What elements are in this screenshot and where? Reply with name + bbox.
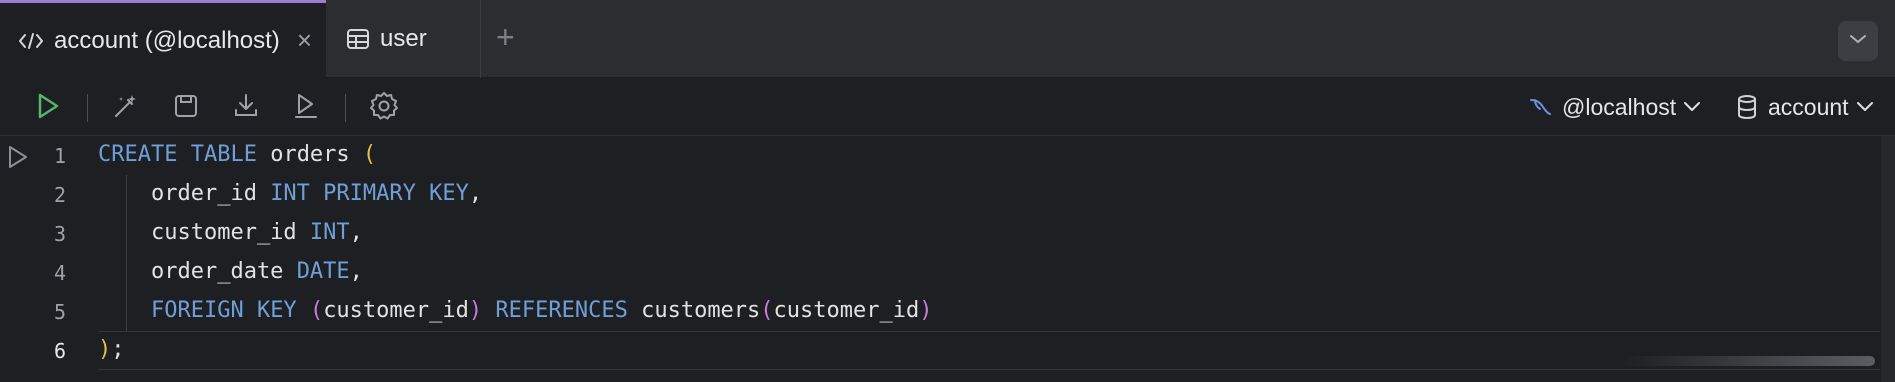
tab-list-menu-button[interactable] xyxy=(1838,21,1878,61)
magic-wand-icon xyxy=(112,92,140,125)
code-token: customers xyxy=(627,298,761,323)
table-icon xyxy=(346,28,370,50)
horizontal-scrollbar[interactable] xyxy=(1620,356,1875,366)
tab-account-localhost[interactable]: account (@localhost) × xyxy=(0,0,326,78)
tab-label: account (@localhost) xyxy=(54,26,280,54)
bracket: ( xyxy=(760,298,774,323)
line-number: 4 xyxy=(53,261,66,285)
sql-keyword: REFERENCES xyxy=(495,298,628,323)
bracket: ) xyxy=(919,298,933,323)
code-line: 6 ); xyxy=(0,331,1880,370)
run-statement-icon[interactable] xyxy=(6,144,30,175)
sql-keyword: DATE xyxy=(296,259,350,284)
bracket: ) xyxy=(98,337,112,362)
sql-keyword: CREATE TABLE xyxy=(98,142,257,167)
play-line-icon xyxy=(292,92,320,125)
chevron-down-icon xyxy=(1855,101,1875,113)
code-token: customer_id xyxy=(323,298,469,323)
line-number: 1 xyxy=(53,144,66,168)
code-token: order_id xyxy=(98,181,271,206)
run-selection-button[interactable] xyxy=(290,92,322,124)
code-token: , xyxy=(468,181,483,206)
tab-label: user xyxy=(380,25,427,52)
download-icon xyxy=(232,92,260,125)
code-token: ; xyxy=(111,337,125,362)
database-icon xyxy=(1736,94,1758,120)
gear-icon xyxy=(369,91,399,126)
sql-editor[interactable]: 1 CREATE TABLE orders ( 2 order_id INT P… xyxy=(0,136,1895,382)
code-token: , xyxy=(349,259,363,284)
run-button[interactable] xyxy=(32,92,64,124)
code-text: order_id INT PRIMARY KEY, xyxy=(98,181,482,206)
line-number: 6 xyxy=(53,339,66,363)
connection-selector[interactable]: @localhost xyxy=(1528,78,1702,136)
save-button[interactable] xyxy=(170,92,202,124)
download-button[interactable] xyxy=(230,92,262,124)
new-tab-button[interactable]: + xyxy=(496,20,515,54)
code-line: 3 customer_id INT, xyxy=(0,214,1880,253)
code-token: order_date xyxy=(98,259,297,284)
code-line: 4 order_date DATE, xyxy=(0,253,1880,292)
save-icon xyxy=(173,93,199,124)
chevron-down-icon xyxy=(1682,101,1702,113)
code-text: order_date DATE, xyxy=(98,259,363,284)
code-line: 5 FOREIGN KEY (customer_id) REFERENCES c… xyxy=(0,292,1880,331)
code-token: , xyxy=(349,220,363,245)
line-number: 2 xyxy=(53,183,66,207)
chevron-down-icon xyxy=(1848,32,1868,50)
code-line: 1 CREATE TABLE orders ( xyxy=(0,136,1880,175)
database-selector[interactable]: account xyxy=(1736,78,1875,136)
tab-user[interactable]: user xyxy=(326,0,481,78)
play-icon xyxy=(35,92,61,125)
bracket: ( xyxy=(309,298,324,323)
sql-keyword: INT PRIMARY KEY xyxy=(270,181,469,206)
editor-toolbar: @localhost account xyxy=(0,78,1895,136)
vertical-scrollbar[interactable] xyxy=(1881,136,1895,382)
sql-keyword: INT xyxy=(309,220,350,245)
connection-label: @localhost xyxy=(1562,93,1677,120)
database-label: account xyxy=(1768,93,1849,120)
line-number: 3 xyxy=(53,222,66,246)
code-token: orders xyxy=(256,142,363,167)
code-text: ); xyxy=(98,337,125,362)
dolphin-icon xyxy=(1528,96,1552,118)
code-icon xyxy=(18,31,44,51)
sql-keyword: FOREIGN KEY xyxy=(150,298,297,323)
code-text: CREATE TABLE orders ( xyxy=(98,142,376,167)
code-token: customer_id xyxy=(773,298,920,323)
code-line: 2 order_id INT PRIMARY KEY, xyxy=(0,175,1880,214)
line-number: 5 xyxy=(53,300,66,324)
toolbar-divider xyxy=(345,94,346,122)
bracket: ( xyxy=(362,142,377,167)
code-text: FOREIGN KEY (customer_id) REFERENCES cus… xyxy=(98,298,933,323)
bracket: ) xyxy=(468,298,483,323)
tab-bar: account (@localhost) × user + xyxy=(0,0,1895,78)
code-text: customer_id INT, xyxy=(98,220,363,245)
settings-button[interactable] xyxy=(368,91,400,126)
code-token: customer_id xyxy=(98,220,310,245)
close-icon[interactable]: × xyxy=(297,27,312,53)
toolbar-divider xyxy=(87,94,88,122)
format-button[interactable] xyxy=(110,92,142,124)
